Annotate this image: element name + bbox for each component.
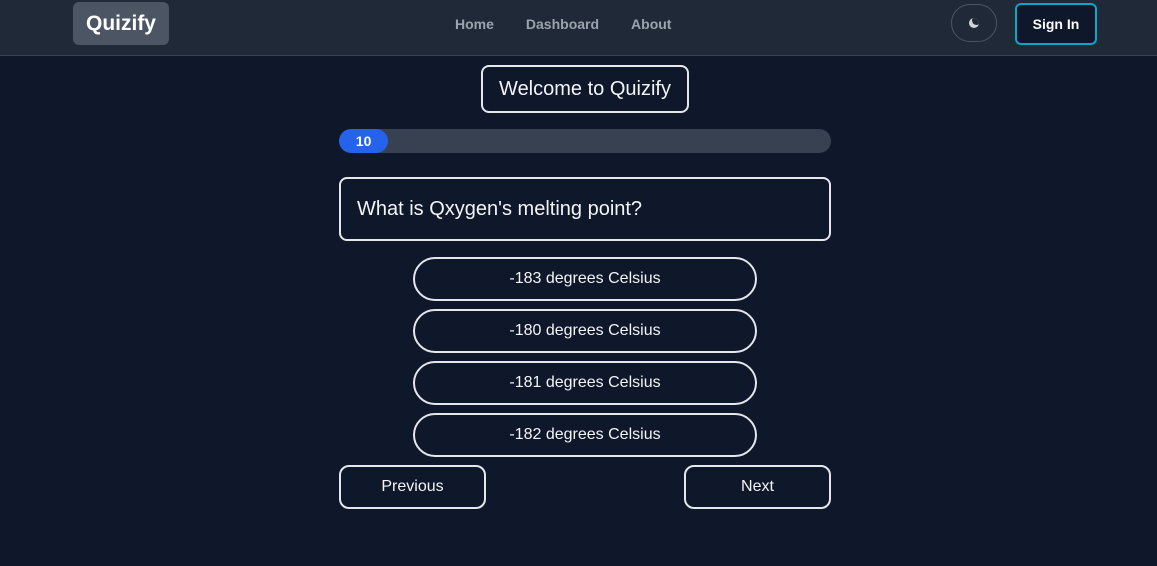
next-button[interactable]: Next bbox=[684, 465, 831, 509]
answer-option[interactable]: -183 degrees Celsius bbox=[413, 257, 757, 301]
nav-link-dashboard[interactable]: Dashboard bbox=[526, 16, 599, 32]
nav-links: Home Dashboard About bbox=[455, 0, 671, 48]
answer-option[interactable]: -181 degrees Celsius bbox=[413, 361, 757, 405]
answer-option[interactable]: -180 degrees Celsius bbox=[413, 309, 757, 353]
answer-options: -183 degrees Celsius -180 degrees Celsiu… bbox=[413, 257, 757, 465]
nav-link-about[interactable]: About bbox=[631, 16, 671, 32]
previous-button[interactable]: Previous bbox=[339, 465, 486, 509]
question-text: What is Qxygen's melting point? bbox=[339, 177, 831, 241]
top-navbar: Quizify Home Dashboard About Sign In bbox=[0, 0, 1157, 56]
answer-option[interactable]: -182 degrees Celsius bbox=[413, 413, 757, 457]
progress-fill: 10 bbox=[339, 129, 389, 153]
sign-in-button[interactable]: Sign In bbox=[1015, 3, 1097, 45]
moon-icon bbox=[969, 18, 979, 28]
nav-link-home[interactable]: Home bbox=[455, 16, 494, 32]
brand-logo[interactable]: Quizify bbox=[73, 2, 169, 45]
quiz-progress-bar: 10 bbox=[339, 129, 831, 153]
theme-toggle-button[interactable] bbox=[951, 4, 997, 42]
welcome-title: Welcome to Quizify bbox=[481, 65, 689, 113]
